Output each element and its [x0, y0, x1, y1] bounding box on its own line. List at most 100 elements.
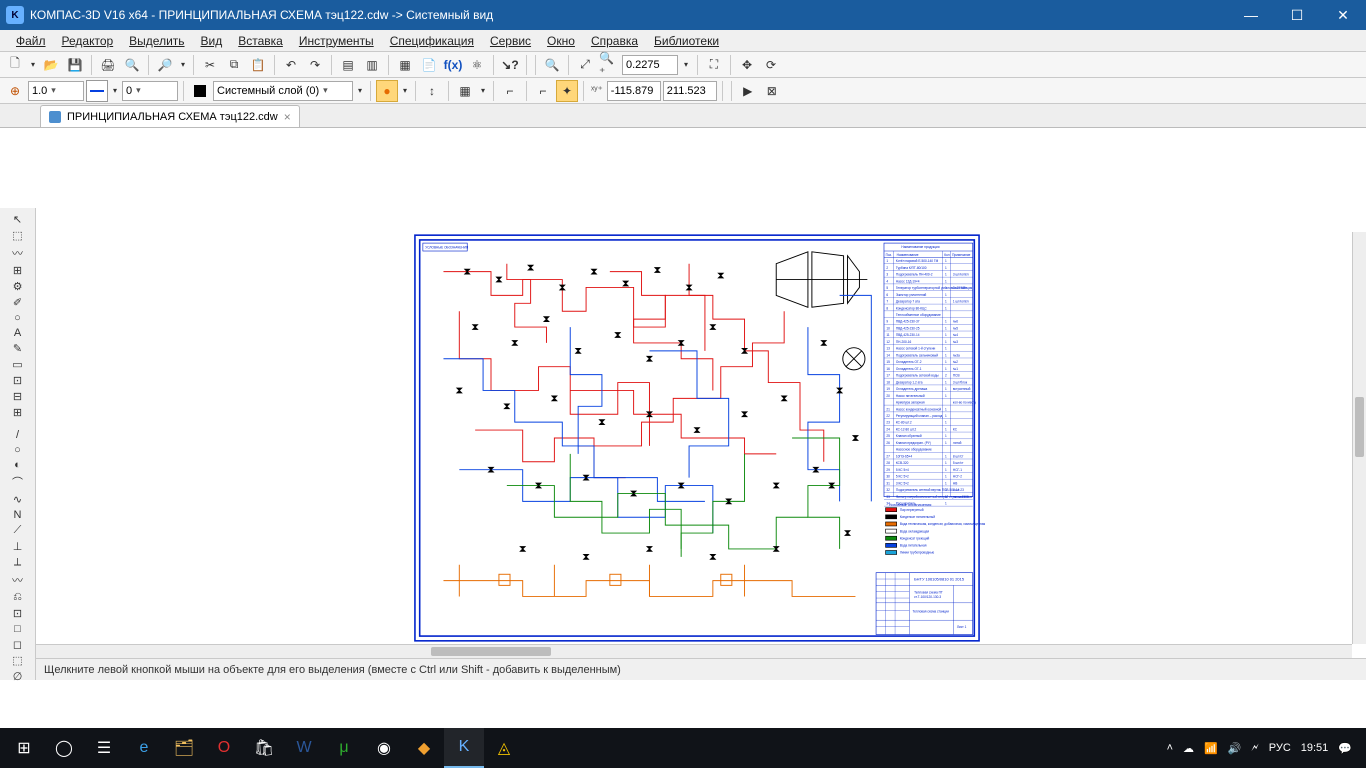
linetype-dropdown[interactable]: ▾ — [110, 80, 120, 102]
left-tool-14[interactable]: / — [5, 428, 31, 442]
play-button[interactable]: ▶ — [737, 80, 759, 102]
print-button[interactable]: 🖨 — [97, 54, 119, 76]
left-tool-16[interactable]: ◐ — [5, 458, 31, 472]
menu-help[interactable]: Справка — [583, 32, 646, 50]
tray-onedrive-icon[interactable]: ☁ — [1183, 742, 1194, 755]
ortho-button[interactable]: ⌐ — [499, 80, 521, 102]
coord-y-input[interactable] — [663, 81, 717, 101]
minimize-button[interactable]: — — [1228, 0, 1274, 30]
menu-window[interactable]: Окно — [539, 32, 583, 50]
task-chrome[interactable]: ◉ — [364, 728, 404, 768]
tray-expand-icon[interactable]: ˄ — [1167, 742, 1173, 754]
save-button[interactable]: 💾 — [64, 54, 86, 76]
left-tool-21[interactable]: ⊥ — [5, 539, 31, 554]
refresh-button[interactable]: ⟳ — [760, 54, 782, 76]
left-tool-22[interactable]: ⟂ — [5, 555, 31, 570]
tray-notifications-icon[interactable]: 💬 — [1338, 742, 1352, 755]
dim-toggle[interactable]: ↕ — [421, 80, 443, 102]
menu-spec[interactable]: Спецификация — [382, 32, 482, 50]
menu-edit[interactable]: Редактор — [54, 32, 122, 50]
zoom-dropdown[interactable]: ▾ — [680, 54, 692, 76]
new-dropdown[interactable]: ▾ — [28, 54, 38, 76]
menu-view[interactable]: Вид — [193, 32, 231, 50]
tray-clock[interactable]: 19:51 — [1301, 742, 1329, 754]
task-kompas[interactable]: K — [444, 728, 484, 768]
library-button[interactable]: ⚛ — [466, 54, 488, 76]
maximize-button[interactable]: ☐ — [1274, 0, 1320, 30]
left-tool-25[interactable]: ⊡ — [5, 606, 31, 621]
task-view[interactable]: ☰ — [84, 728, 124, 768]
left-tool-18[interactable]: ∿ — [5, 492, 31, 507]
task-app-1[interactable]: ◆ — [404, 728, 444, 768]
zoom-value-input[interactable] — [622, 55, 678, 75]
cut-button[interactable]: ✂ — [199, 54, 221, 76]
preview-button[interactable]: 🔍 — [121, 54, 143, 76]
left-tool-17[interactable]: ⌒ — [5, 473, 31, 491]
menu-insert[interactable]: Вставка — [230, 32, 291, 50]
snap-active-button[interactable]: ✦ — [556, 80, 578, 102]
zoom-scale-button[interactable]: ⤢ — [574, 54, 596, 76]
task-app-2[interactable]: ◬ — [484, 728, 524, 768]
tray-battery-icon[interactable]: 🗲 — [1251, 742, 1258, 755]
left-tool-24[interactable]: ⎌ — [5, 590, 31, 605]
undo-button[interactable]: ↶ — [280, 54, 302, 76]
redo-button[interactable]: ↷ — [304, 54, 326, 76]
left-tool-28[interactable]: ⬚ — [5, 653, 31, 668]
layer-dropdown[interactable]: ▾ — [355, 80, 365, 102]
tray-lang[interactable]: РУС — [1269, 742, 1291, 754]
linetype-preview[interactable] — [86, 80, 108, 102]
zoom-window-button[interactable]: 🔍 — [541, 54, 563, 76]
close-button[interactable]: ✕ — [1320, 0, 1366, 30]
layer-color-button[interactable] — [189, 80, 211, 102]
vertical-scrollbar[interactable] — [1352, 232, 1366, 644]
variables-button[interactable]: f(x) — [442, 54, 464, 76]
left-tool-29[interactable]: ∅ — [5, 669, 31, 684]
coord-x-input[interactable] — [607, 81, 661, 101]
local-cs-button[interactable]: ⊕ — [4, 80, 26, 102]
task-opera[interactable]: O — [204, 728, 244, 768]
find-button[interactable]: 🔎 — [154, 54, 176, 76]
left-tool-10[interactable]: ⊡ — [5, 373, 31, 388]
zoom-all-button[interactable]: ⛶ — [703, 54, 725, 76]
menu-select[interactable]: Выделить — [121, 32, 192, 50]
drawing-canvas[interactable]: УСЛОВНЫЕ ОБОЗНАЧЕНИЯ — [42, 232, 1352, 644]
spec-button[interactable]: ▤ — [337, 54, 359, 76]
tool-x-button[interactable]: ⊠ — [761, 80, 783, 102]
task-word[interactable]: W — [284, 728, 324, 768]
spec-button-2[interactable]: ▥ — [361, 54, 383, 76]
step-combo[interactable]: 0▾ — [122, 81, 178, 101]
menu-service[interactable]: Сервис — [482, 32, 539, 50]
menu-libs[interactable]: Библиотеки — [646, 32, 727, 50]
snap-toggle[interactable]: ● — [376, 80, 398, 102]
left-tool-2[interactable]: 〰 — [5, 244, 31, 262]
left-tool-5[interactable]: ✐ — [5, 295, 31, 310]
grid-dropdown[interactable]: ▾ — [478, 80, 488, 102]
menu-file[interactable]: Файл — [8, 32, 54, 50]
properties-button[interactable]: 📄 — [418, 54, 440, 76]
left-tool-7[interactable]: A — [5, 326, 31, 340]
paste-button[interactable]: 📋 — [247, 54, 269, 76]
left-tool-8[interactable]: ✎ — [5, 341, 31, 356]
left-tool-9[interactable]: ▭ — [5, 357, 31, 372]
document-tab[interactable]: ПРИНЦИПИАЛЬНАЯ СХЕМА тэц122.cdw × — [40, 105, 300, 127]
left-tool-3[interactable]: ⊞ — [5, 263, 31, 278]
left-tool-26[interactable]: □ — [5, 622, 31, 636]
task-search[interactable]: ◯ — [44, 728, 84, 768]
task-store[interactable]: 🛍 — [244, 728, 284, 768]
left-tool-0[interactable]: ↖ — [5, 212, 31, 227]
left-tool-12[interactable]: ⊞ — [5, 405, 31, 420]
zoom-prev-button[interactable]: 🔍⁺ — [598, 54, 620, 76]
doc-manager-button[interactable]: ▦ — [394, 54, 416, 76]
left-tool-15[interactable]: ○ — [5, 443, 31, 457]
round-button[interactable]: ⌐ — [532, 80, 554, 102]
tray-network-icon[interactable]: 📶 — [1204, 742, 1218, 755]
pan-button[interactable]: ✥ — [736, 54, 758, 76]
left-tool-4[interactable]: ⚙ — [5, 279, 31, 294]
task-edge[interactable]: e — [124, 728, 164, 768]
task-utorrent[interactable]: μ — [324, 728, 364, 768]
snap-dropdown[interactable]: ▾ — [400, 80, 410, 102]
task-explorer[interactable]: 🗂 — [164, 728, 204, 768]
left-tool-6[interactable]: ○ — [5, 311, 31, 325]
tray-volume-icon[interactable]: 🔊 — [1228, 742, 1242, 755]
left-tool-23[interactable]: 〰 — [5, 571, 31, 589]
